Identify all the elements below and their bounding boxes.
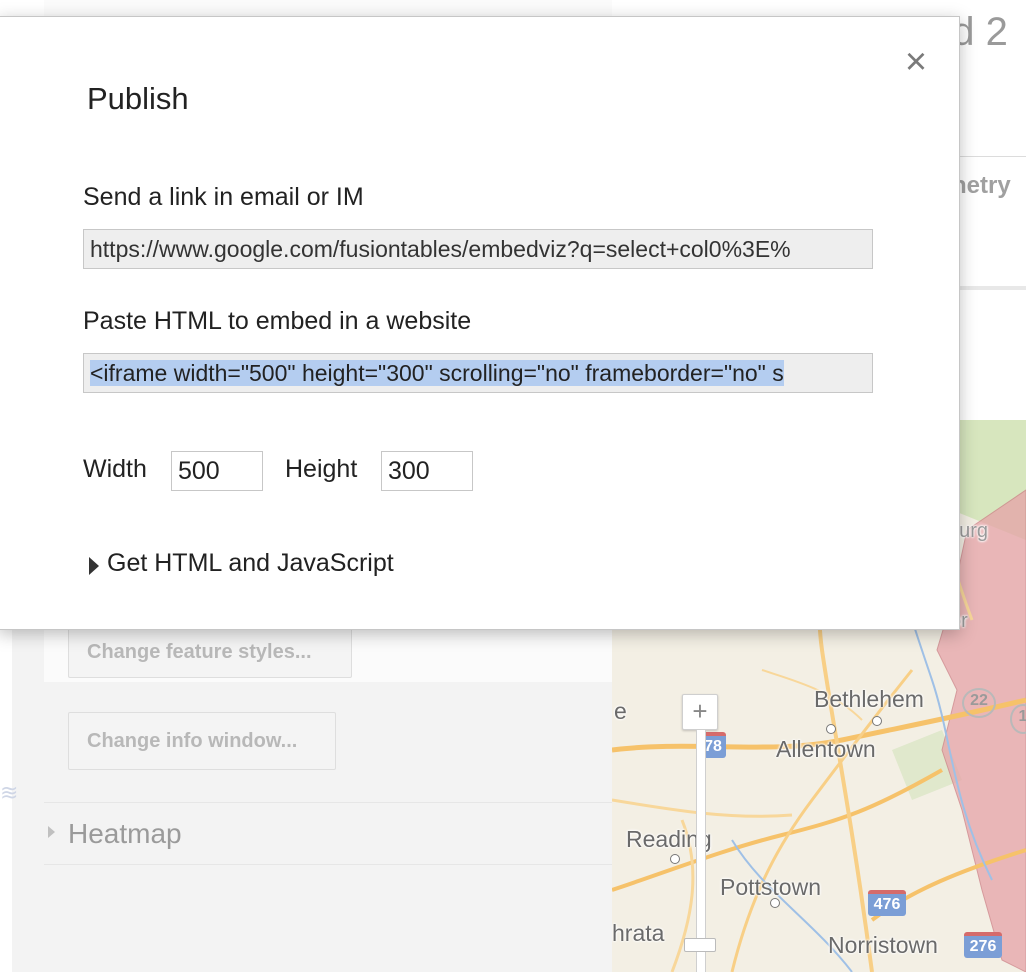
section-divider (44, 864, 612, 865)
us-22-shield: 22 (962, 688, 996, 718)
map-label-bethlehem: Bethlehem (814, 686, 924, 712)
triangle-right-icon (89, 557, 99, 575)
town-marker (826, 724, 836, 734)
side-decoration: ≋ (0, 780, 19, 805)
map-label-e: e (614, 698, 627, 724)
width-input[interactable] (171, 451, 263, 491)
width-label: Width (83, 455, 147, 483)
expand-arrow-icon (48, 826, 55, 838)
header-divider (960, 156, 1026, 157)
interstate-276-shield: 276 (964, 932, 1002, 958)
height-input[interactable] (381, 451, 473, 491)
map-label-allentown: Allentown (776, 736, 876, 762)
close-icon[interactable]: × (899, 43, 933, 81)
town-marker (770, 898, 780, 908)
zoom-in-button[interactable]: + (682, 694, 718, 730)
height-label: Height (285, 455, 358, 483)
zoom-slider-handle[interactable] (684, 938, 716, 952)
expander-label: Get HTML and JavaScript (107, 549, 394, 577)
link-url-text: https://www.google.com/fusiontables/embe… (90, 236, 791, 262)
interstate-476-shield: 476 (868, 890, 906, 916)
toolbar-divider (960, 286, 1026, 290)
zoom-slider-track[interactable] (696, 730, 706, 972)
background-tab-label[interactable]: netry (952, 172, 1011, 200)
dialog-title: Publish (87, 81, 189, 116)
map-label-norristown: Norristown (828, 932, 938, 958)
change-info-window-button[interactable]: Change info window... (68, 712, 336, 770)
map-label-ephrata: hrata (612, 920, 665, 946)
town-marker (872, 716, 882, 726)
publish-dialog: Publish × Send a link in email or IM htt… (0, 16, 960, 630)
link-url-field[interactable]: https://www.google.com/fusiontables/embe… (83, 229, 873, 269)
change-feature-styles-button[interactable]: Change feature styles... (68, 626, 352, 678)
town-marker (670, 854, 680, 864)
section-divider (44, 802, 612, 803)
embed-label: Paste HTML to embed in a website (83, 307, 472, 335)
heatmap-section[interactable]: Heatmap (44, 810, 612, 860)
link-label: Send a link in email or IM (83, 183, 364, 211)
heatmap-label: Heatmap (68, 818, 182, 849)
embed-code-text: <iframe width="500" height="300" scrolli… (90, 360, 784, 386)
map-label-pottstown: Pottstown (720, 874, 821, 900)
embed-code-field[interactable]: <iframe width="500" height="300" scrolli… (83, 353, 873, 393)
